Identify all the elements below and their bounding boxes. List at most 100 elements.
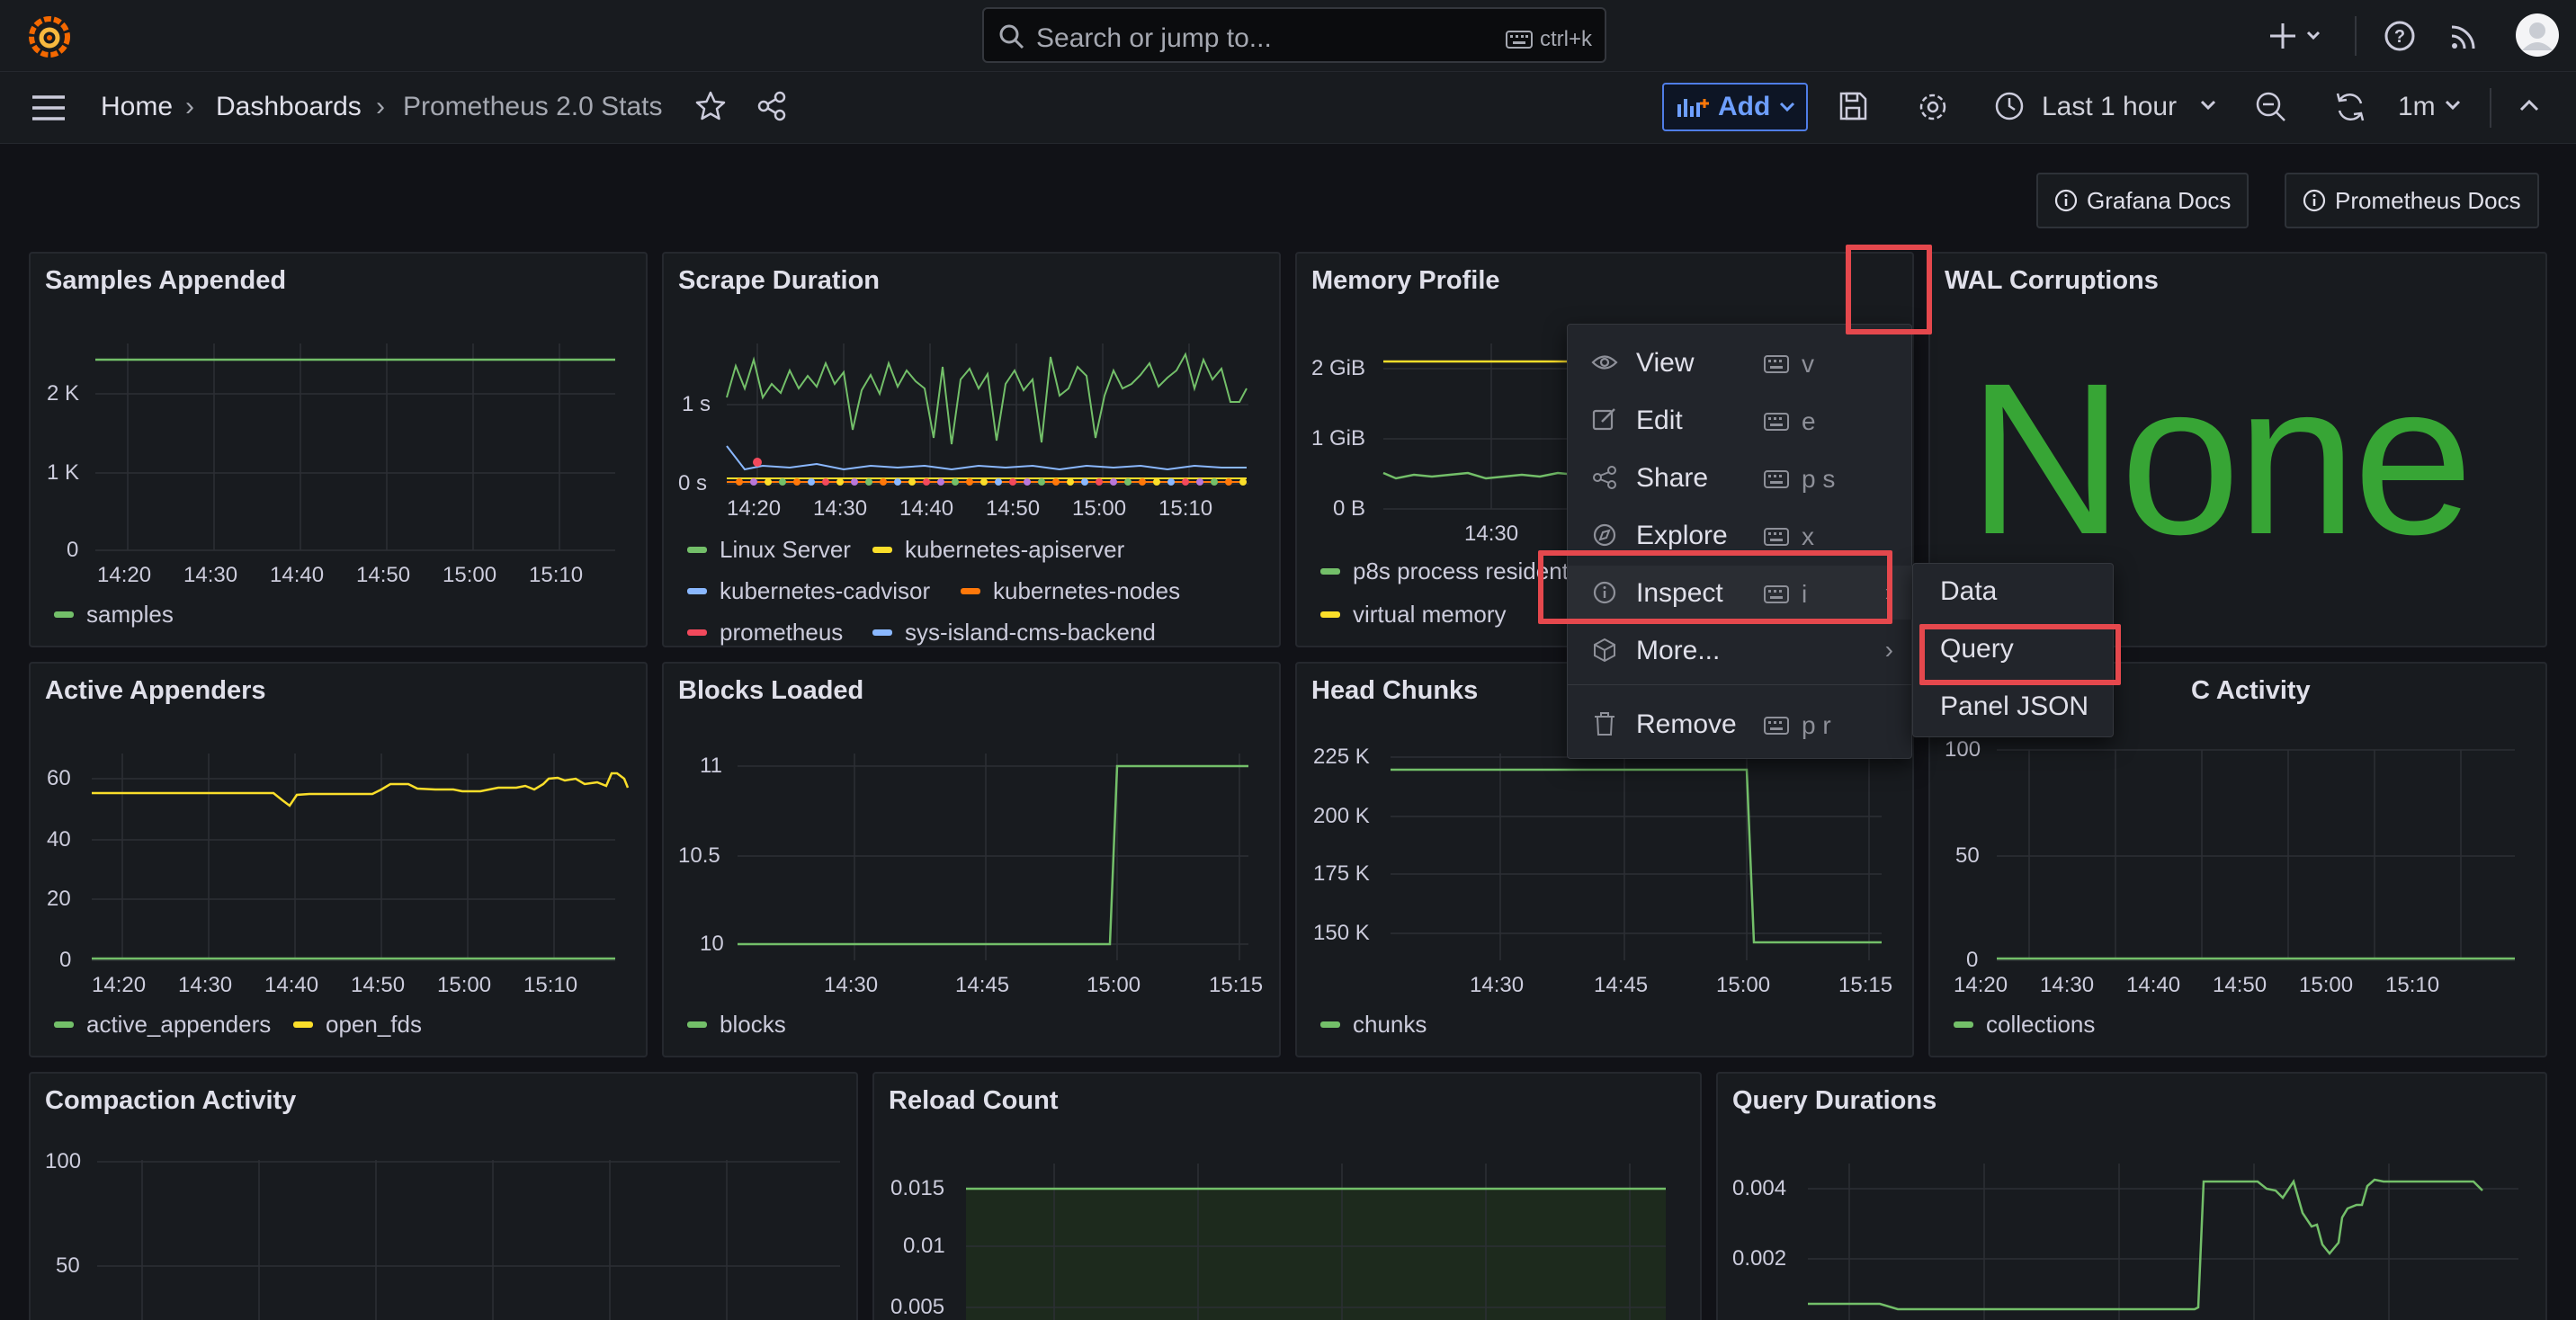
grafana-logo-icon[interactable] xyxy=(29,16,70,58)
legend-item[interactable]: Linux Server xyxy=(687,536,851,564)
refresh-icon[interactable] xyxy=(2333,90,2367,124)
help-icon[interactable]: ? xyxy=(2382,18,2418,54)
x-tick: 15:00 xyxy=(1072,496,1127,521)
legend-label: kubernetes-apiserver xyxy=(905,536,1125,563)
legend-label: blocks xyxy=(720,1011,786,1038)
menu-item-edit[interactable]: Edit e xyxy=(1568,393,1913,447)
svg-text:?: ? xyxy=(2394,27,2405,47)
legend-item[interactable]: kubernetes-cadvisor xyxy=(687,577,930,605)
legend-label: collections xyxy=(1986,1011,2096,1038)
legend-label: active_appenders xyxy=(86,1011,272,1038)
legend-label: sys-island-cms-backend xyxy=(905,619,1156,646)
refresh-interval-picker[interactable]: 1m xyxy=(2398,92,2436,122)
keyboard-icon xyxy=(1764,585,1789,603)
panel-query-durations[interactable]: Query Durations 0.004 0.002 xyxy=(1716,1072,2547,1320)
chevron-right-icon: › xyxy=(1884,636,1893,664)
legend-item[interactable]: kubernetes-nodes xyxy=(961,577,1180,605)
panel-scrape-duration[interactable]: Scrape Duration 1 s 0 s 14:20 14:30 14:4… xyxy=(662,252,1281,647)
search-icon xyxy=(999,24,1024,49)
x-tick: 15:10 xyxy=(1158,496,1213,521)
reload-count-chart xyxy=(966,1164,1666,1320)
breadcrumb-separator: › xyxy=(376,92,385,121)
submenu-item-panel-json[interactable]: Panel JSON xyxy=(1940,691,2089,722)
save-icon[interactable] xyxy=(1837,90,1869,122)
compaction-activity-chart xyxy=(97,1160,840,1320)
add-button[interactable]: Add xyxy=(1662,83,1808,131)
query-durations-chart xyxy=(1808,1164,2518,1320)
nav-bar: Home › Dashboards › Prometheus 2.0 Stats… xyxy=(0,72,2576,144)
avatar[interactable] xyxy=(2515,13,2560,58)
panel-blocks-loaded[interactable]: Blocks Loaded 11 10.5 10 14:30 14:45 15:… xyxy=(662,662,1281,1057)
star-icon[interactable] xyxy=(694,90,727,122)
menu-item-inspect[interactable]: Inspect i › xyxy=(1568,566,1913,620)
prometheus-docs-link[interactable]: Prometheus Docs xyxy=(2285,173,2539,228)
menu-item-share[interactable]: Share p s xyxy=(1568,450,1913,504)
legend-item[interactable]: collections xyxy=(1954,1011,2095,1039)
series-line-kubernetes-cadvisor xyxy=(726,445,1247,471)
top-bar: Search or jump to... ctrl+k ? xyxy=(0,0,2576,72)
breadcrumb-dashboards[interactable]: Dashboards xyxy=(216,92,362,122)
shortcut-text: v xyxy=(1802,350,1814,378)
panel-samples-appended[interactable]: Samples Appended 2 K 1 K 0 14:20 14:30 1… xyxy=(29,252,648,647)
menu-icon[interactable] xyxy=(31,94,67,122)
keyboard-icon xyxy=(1764,413,1789,431)
collapse-icon[interactable] xyxy=(2518,97,2540,113)
chevron-down-icon[interactable] xyxy=(2445,99,2461,111)
x-tick: 14:30 xyxy=(1464,522,1519,546)
legend-item[interactable]: chunks xyxy=(1320,1011,1427,1039)
breadcrumb-home[interactable]: Home xyxy=(101,92,173,122)
y-tick: 0.005 xyxy=(890,1295,945,1319)
y-tick: 40 xyxy=(47,827,71,852)
y-tick: 0 B xyxy=(1333,496,1366,521)
legend-item[interactable]: sys-island-cms-backend xyxy=(872,619,1156,646)
y-tick: 2 K xyxy=(47,381,80,406)
legend-item[interactable]: virtual memory xyxy=(1320,601,1506,629)
panel-reload-count[interactable]: Reload Count 0.015 0.01 0.005 xyxy=(872,1072,1702,1320)
x-tick: 15:15 xyxy=(1838,973,1893,997)
legend-item[interactable]: samples xyxy=(54,601,174,629)
shortcut-text: p s xyxy=(1802,465,1836,493)
share-icon[interactable] xyxy=(756,90,788,122)
edit-icon xyxy=(1592,408,1615,431)
shortcut-text: x xyxy=(1802,522,1814,550)
panel-compaction-activity[interactable]: Compaction Activity 100 50 xyxy=(29,1072,858,1320)
y-tick: 10 xyxy=(700,932,724,956)
legend-item[interactable]: kubernetes-apiserver xyxy=(872,536,1124,564)
x-tick: 14:20 xyxy=(1954,973,2008,997)
menu-item-view[interactable]: View v xyxy=(1568,335,1913,389)
time-range-picker[interactable]: Last 1 hour xyxy=(2042,92,2177,122)
search-input[interactable]: Search or jump to... ctrl+k xyxy=(982,7,1606,63)
plus-icon[interactable] xyxy=(2270,18,2328,54)
submenu-item-data[interactable]: Data xyxy=(1940,576,1997,607)
divider xyxy=(2355,16,2357,56)
chevron-right-icon: › xyxy=(1884,578,1893,606)
legend-label: open_fds xyxy=(326,1011,422,1038)
submenu-item-query[interactable]: Query xyxy=(1940,634,2014,664)
grafana-docs-link[interactable]: Grafana Docs xyxy=(2036,173,2250,228)
y-tick: 10.5 xyxy=(678,843,720,868)
menu-item-more[interactable]: More... › xyxy=(1568,623,1913,677)
menu-item-explore[interactable]: Explore x xyxy=(1568,508,1913,562)
y-tick: 0.002 xyxy=(1732,1246,1787,1271)
settings-icon[interactable] xyxy=(1916,90,1950,124)
search-shortcut: ctrl+k xyxy=(1505,27,1592,52)
breadcrumb-separator: › xyxy=(185,92,194,121)
chevron-down-icon xyxy=(1780,102,1795,112)
legend-item[interactable]: blocks xyxy=(687,1011,786,1039)
legend-item[interactable]: active_appenders xyxy=(54,1011,271,1039)
menu-item-label: View xyxy=(1636,348,1695,378)
chevron-down-icon[interactable] xyxy=(2200,99,2216,111)
rss-icon[interactable] xyxy=(2446,18,2482,54)
legend-item[interactable]: open_fds xyxy=(293,1011,422,1039)
x-tick: 15:15 xyxy=(1209,973,1264,997)
panel-active-appenders[interactable]: Active Appenders 60 40 20 0 14:20 14:30 … xyxy=(29,662,648,1057)
prometheus-docs-label: Prometheus Docs xyxy=(2335,186,2521,214)
x-tick: 14:30 xyxy=(813,496,868,521)
zoom-out-icon[interactable] xyxy=(2254,90,2288,124)
x-tick: 15:00 xyxy=(1716,973,1771,997)
keyboard-shortcut: v xyxy=(1764,350,1814,379)
keyboard-shortcut: p s xyxy=(1764,465,1835,494)
legend-item[interactable]: prometheus xyxy=(687,619,843,646)
menu-item-remove[interactable]: Remove p r xyxy=(1568,697,1913,751)
shortcut-text: ctrl+k xyxy=(1539,27,1592,51)
